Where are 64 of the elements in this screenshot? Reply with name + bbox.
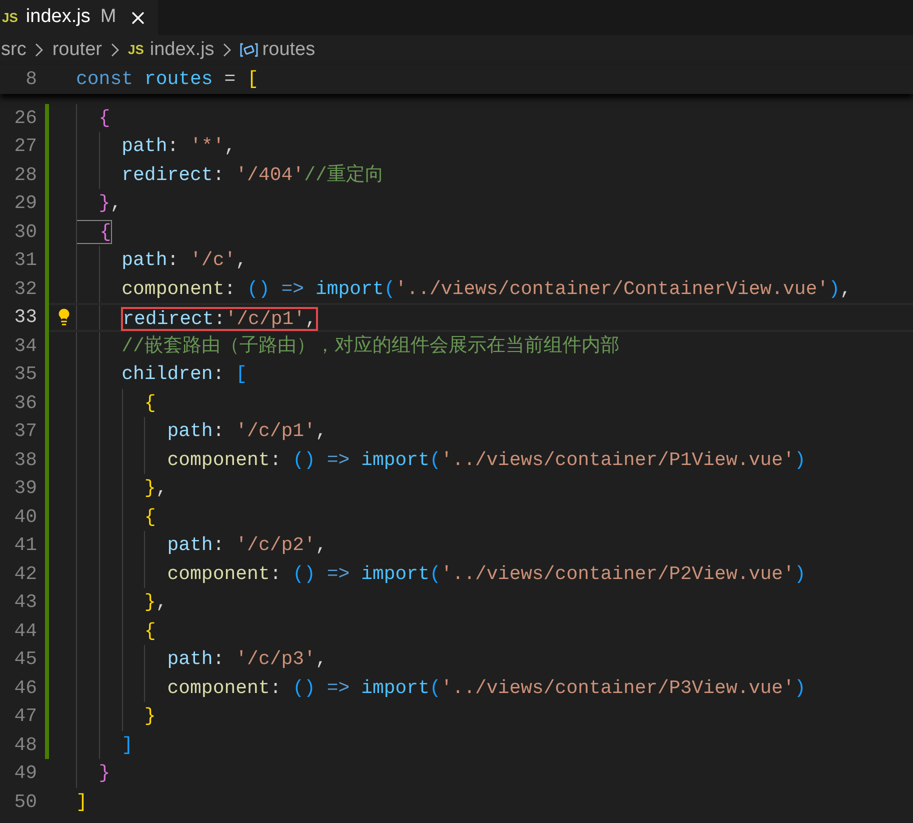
code-line: path: '*', — [120, 135, 236, 157]
code-line: path: '/c/p3', — [166, 648, 327, 670]
line-number: 38 — [14, 448, 37, 472]
line-number: 36 — [14, 390, 37, 416]
code-line: { — [98, 106, 110, 128]
code-line: component: () => import('../views/container/P2View.vue') — [166, 562, 806, 584]
variable-icon — [240, 42, 258, 58]
code-line: }, — [143, 477, 168, 499]
line-number: 40 — [14, 504, 37, 530]
editor-tab[interactable]: JS index.js M — [0, 0, 158, 35]
code-line: } — [98, 762, 110, 784]
line-number: 26 — [14, 106, 37, 130]
breadcrumb-item[interactable]: router — [52, 36, 102, 64]
chevron-icon — [110, 43, 120, 57]
line-number: 48 — [14, 732, 37, 758]
line-number: 49 — [14, 761, 37, 786]
line-number: 30 — [14, 220, 37, 244]
code-line: component: () => import('../views/container/P3View.vue') — [166, 676, 806, 698]
code-line: { — [143, 392, 156, 414]
code-line: //嵌套路由（子路由），对应的组件会展示在当前组件内部 — [120, 334, 620, 356]
code-line: path: '/c/p1', — [166, 420, 327, 442]
line-number: 43 — [14, 590, 37, 615]
code-line: { — [143, 620, 156, 642]
code-line: path: '/c', — [120, 249, 248, 271]
line-number: 32 — [14, 276, 37, 302]
highlighted-code: redirect:'/c/p1', — [122, 308, 318, 330]
code-line: ] — [76, 790, 88, 812]
line-number: 46 — [14, 676, 37, 700]
line-number: 34 — [14, 334, 37, 358]
js-file-icon: JS — [128, 40, 144, 60]
code-line: } — [143, 705, 156, 727]
breadcrumb-item[interactable]: src — [1, 36, 26, 64]
code-line: }, — [143, 591, 168, 613]
sticky-code-line[interactable]: const routes = [ — [76, 68, 258, 90]
line-number: 39 — [14, 476, 37, 501]
chevron-icon — [222, 43, 232, 57]
line-number: 45 — [14, 647, 37, 672]
code-line: redirect: '/404'//重定向 — [120, 164, 384, 186]
breadcrumb-item[interactable]: index.js — [150, 36, 214, 64]
line-number: 50 — [14, 790, 37, 814]
code-line: { — [143, 506, 156, 528]
js-file-icon: JS — [2, 8, 18, 28]
line-number: 31 — [14, 248, 37, 273]
line-number: 47 — [14, 704, 37, 729]
line-number: 28 — [14, 162, 37, 188]
code-line: ] — [120, 734, 134, 756]
line-number: 33 — [14, 305, 37, 330]
chevron-icon — [34, 43, 44, 57]
line-number: 37 — [14, 419, 37, 444]
breadcrumb-item[interactable]: routes — [262, 36, 316, 64]
line-number: 29 — [14, 191, 37, 216]
code-line: children: [ — [120, 363, 248, 385]
code-line: }, — [98, 192, 122, 214]
tab-title: index.js — [26, 5, 90, 30]
code-line: path: '/c/p2', — [166, 534, 327, 556]
line-number: 35 — [14, 362, 37, 387]
line-number: 42 — [14, 562, 37, 586]
line-number: 44 — [14, 618, 37, 644]
modified-indicator: M — [100, 5, 116, 30]
line-number: 27 — [14, 134, 37, 159]
code-line: component: () => import('../views/container/P1View.vue') — [166, 448, 806, 470]
code-line: component: () => import('../views/container/ContainerView.vue'), — [120, 278, 852, 300]
line-number: 41 — [14, 533, 37, 558]
line-number: 8 — [26, 67, 37, 92]
